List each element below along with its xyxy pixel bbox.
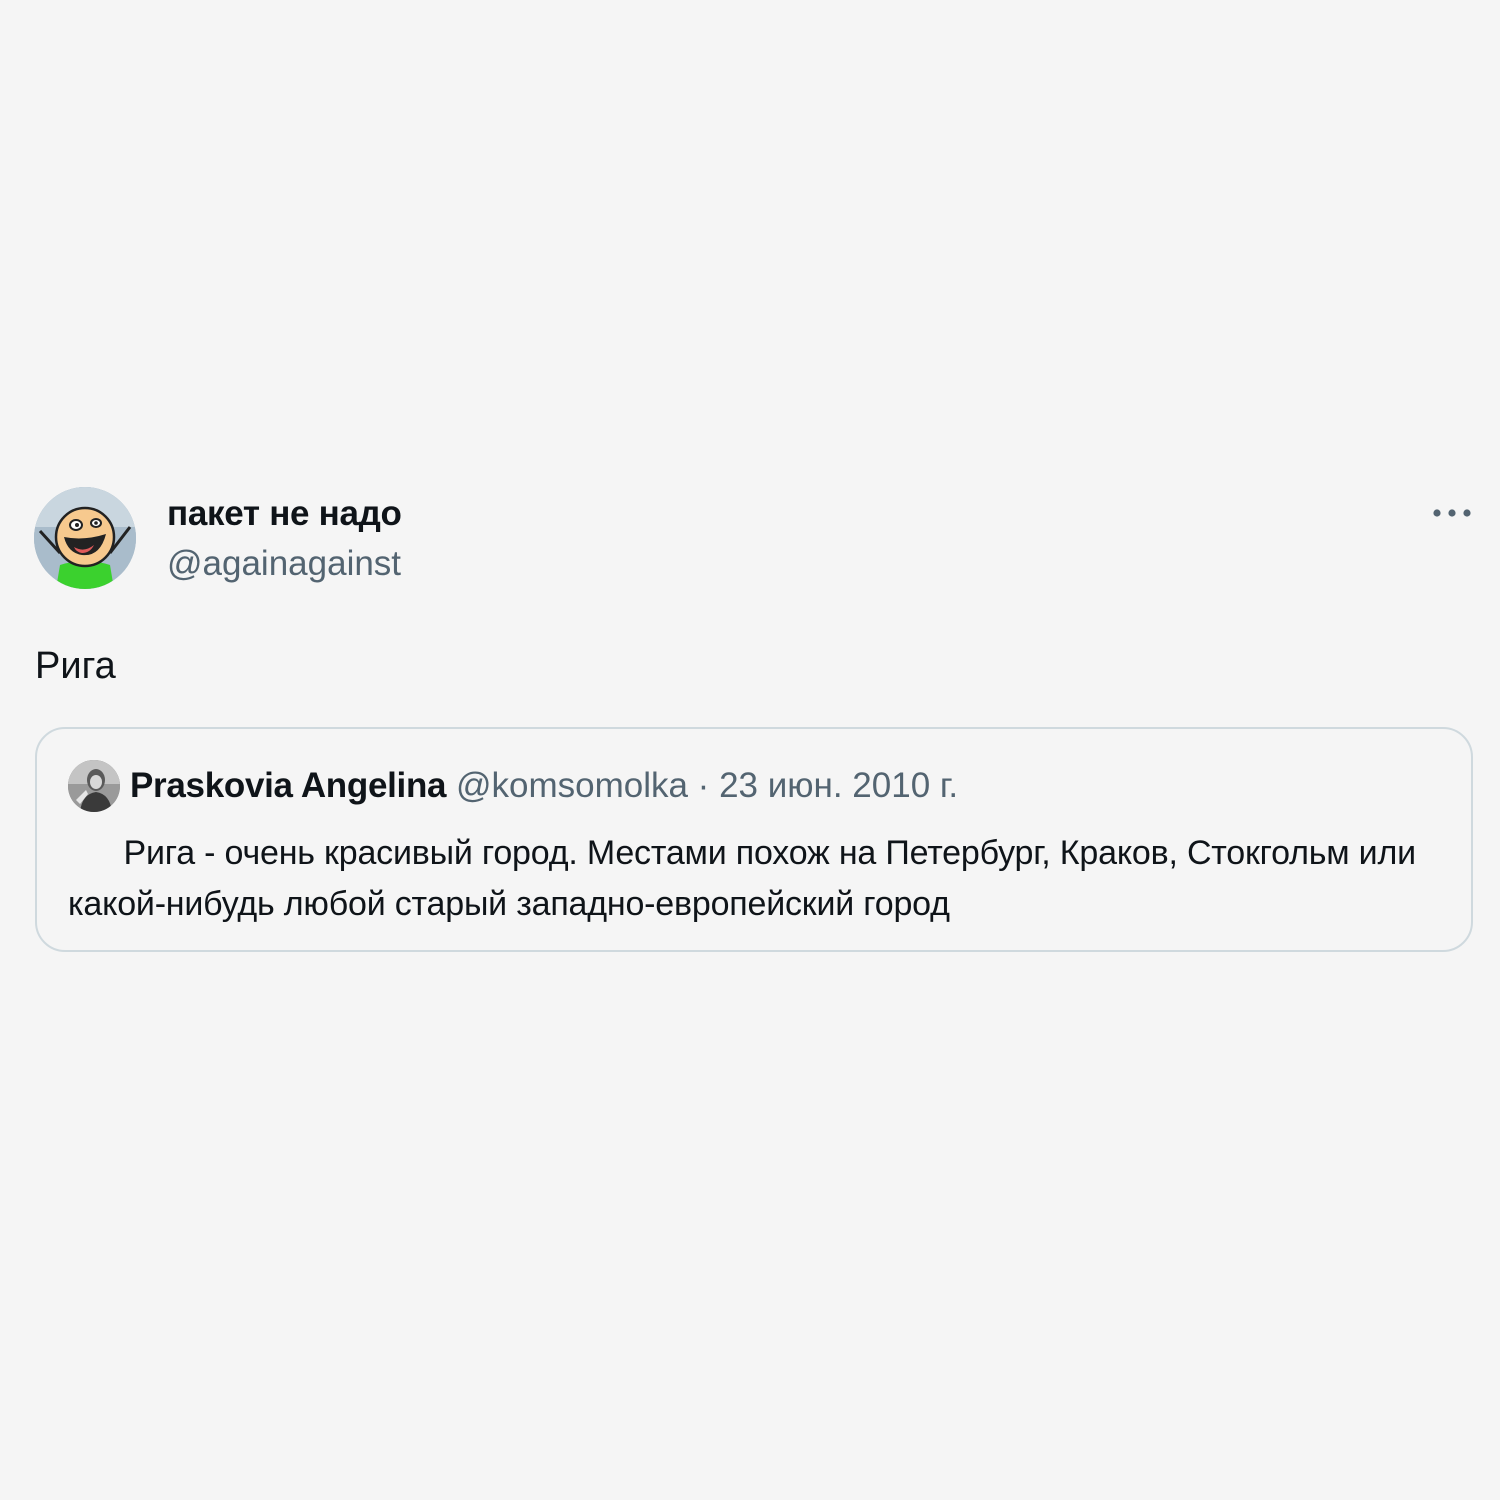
quoted-author-avatar[interactable] xyxy=(68,760,120,812)
quoted-author-display-name[interactable]: Praskovia Angelina xyxy=(130,766,447,805)
author-avatar[interactable] xyxy=(34,487,136,589)
author-handle[interactable]: @againagainst xyxy=(167,544,401,584)
quoted-tweet-header: Praskovia Angelina @komsomolka · 23 июн.… xyxy=(130,766,958,806)
author-display-name[interactable]: пакет не надо xyxy=(167,494,402,534)
tweet-text: Рига xyxy=(35,645,116,687)
cartoon-face-avatar-icon xyxy=(34,487,136,589)
quoted-author-handle[interactable]: @komsomolka xyxy=(456,766,688,805)
more-options-icon xyxy=(1433,509,1471,517)
quoted-tweet-text: Рига - очень красивый город. Местами пох… xyxy=(68,834,1426,923)
person-photo-avatar-icon xyxy=(68,760,120,812)
quoted-tweet-card[interactable]: Praskovia Angelina @komsomolka · 23 июн.… xyxy=(35,727,1473,952)
more-options-button[interactable] xyxy=(1426,496,1478,530)
meta-separator: · xyxy=(697,766,710,805)
quoted-tweet-date[interactable]: 23 июн. 2010 г. xyxy=(719,766,958,805)
tweet: пакет не надо @againagainst Рига Praskov… xyxy=(0,0,1500,1500)
